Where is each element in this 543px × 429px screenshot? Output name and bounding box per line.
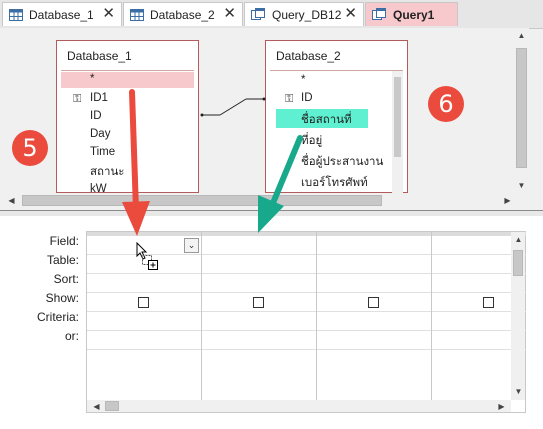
- scroll-down-arrow-icon[interactable]: ▼: [511, 384, 526, 399]
- criteria-cell[interactable]: [317, 312, 431, 331]
- scroll-down-arrow-icon[interactable]: ▼: [514, 178, 529, 193]
- key-icon: ⚿: [285, 93, 294, 105]
- field-id1[interactable]: ID1: [90, 92, 108, 104]
- tab-query-db12[interactable]: Query_DB12 ✕: [244, 2, 364, 26]
- scroll-left-arrow-icon[interactable]: ◀: [89, 399, 104, 414]
- query-icon: [251, 8, 265, 20]
- fieldlist-title: Database_2: [276, 49, 341, 63]
- table-cell[interactable]: [202, 255, 316, 274]
- field-star[interactable]: *: [90, 73, 94, 85]
- sort-cell[interactable]: [202, 274, 316, 293]
- row-label-sort: Sort:: [53, 272, 79, 286]
- tab-label: Query_DB12: [272, 7, 342, 22]
- upper-horizontal-scrollbar[interactable]: ◀ ▶: [0, 193, 529, 208]
- row-label-field: Field:: [49, 234, 79, 248]
- close-icon[interactable]: ✕: [102, 6, 115, 22]
- row-label-or: or:: [64, 329, 79, 343]
- chevron-down-icon[interactable]: ⌄: [184, 238, 199, 253]
- grid-horizontal-scrollbar[interactable]: ◀ ▶: [87, 400, 511, 412]
- key-icon: ⚿: [73, 93, 82, 105]
- row-label-show: Show:: [45, 291, 79, 305]
- tab-database-2[interactable]: Database_2 ✕: [123, 2, 243, 26]
- step-badge-5: 5: [12, 130, 48, 166]
- field-phone-number[interactable]: เบอร์โทรศัพท์: [301, 174, 368, 192]
- show-checkbox[interactable]: [368, 297, 379, 308]
- table-fieldlist-database-2[interactable]: Database_2 * ⚿ ID ชื่อสถานที่ ที่อยู่ ชื…: [265, 40, 408, 194]
- field-address[interactable]: ที่อยู่: [301, 132, 322, 150]
- document-tab-bar: Database_1 ✕ Database_2 ✕ Query_DB12 ✕ Q…: [0, 0, 543, 29]
- grid-column-2[interactable]: [202, 232, 317, 402]
- scrollbar-thumb[interactable]: [105, 401, 119, 411]
- table-icon: [9, 8, 23, 21]
- show-cell[interactable]: [87, 293, 201, 312]
- field-id[interactable]: ID: [90, 110, 102, 122]
- close-icon[interactable]: ✕: [223, 6, 236, 22]
- fieldlist-title: Database_1: [67, 49, 132, 63]
- scrollbar-thumb[interactable]: [513, 250, 523, 276]
- table-icon: [130, 8, 144, 21]
- close-icon[interactable]: ✕: [344, 6, 357, 22]
- query-icon: [372, 8, 386, 20]
- or-cell[interactable]: [317, 331, 431, 350]
- field-location-name[interactable]: ชื่อสถานที่: [301, 111, 352, 129]
- or-cell[interactable]: [202, 331, 316, 350]
- grid-vertical-scrollbar[interactable]: ▲ ▼: [511, 232, 525, 400]
- field-status[interactable]: สถานะ: [90, 163, 124, 181]
- fieldlist-divider: [270, 70, 403, 71]
- row-label-criteria: Criteria:: [36, 310, 79, 324]
- scrollbar-thumb[interactable]: [22, 195, 382, 206]
- scrollbar-thumb[interactable]: [516, 48, 527, 168]
- table-cell[interactable]: [317, 255, 431, 274]
- tab-database-1[interactable]: Database_1 ✕: [2, 2, 122, 26]
- show-checkbox[interactable]: [483, 297, 494, 308]
- fieldlist-scrollbar-thumb[interactable]: [394, 77, 401, 157]
- field-day[interactable]: Day: [90, 128, 110, 140]
- tab-label: Query1: [393, 7, 435, 22]
- sort-cell[interactable]: [317, 274, 431, 293]
- field-star[interactable]: *: [301, 74, 305, 86]
- field-cell[interactable]: [202, 236, 316, 255]
- field-coordinator-name[interactable]: ชื่อผู้ประสานงาน: [301, 153, 383, 171]
- relationship-join-line[interactable]: [198, 92, 268, 122]
- criteria-cell[interactable]: [87, 312, 201, 331]
- scroll-right-arrow-icon[interactable]: ▶: [494, 399, 509, 414]
- scroll-right-arrow-icon[interactable]: ▶: [500, 193, 515, 208]
- sort-cell[interactable]: [87, 274, 201, 293]
- grid-column-3[interactable]: [317, 232, 432, 402]
- row-label-table: Table:: [46, 253, 79, 267]
- scroll-up-arrow-icon[interactable]: ▲: [514, 28, 529, 43]
- or-cell[interactable]: [87, 331, 201, 350]
- criteria-cell[interactable]: [202, 312, 316, 331]
- scroll-up-arrow-icon[interactable]: ▲: [511, 232, 526, 247]
- fieldlist-scrollbar[interactable]: [392, 71, 403, 194]
- drag-cursor-icon: [136, 242, 158, 270]
- upper-vertical-scrollbar[interactable]: ▲ ▼: [514, 28, 529, 193]
- field-cell[interactable]: [317, 236, 431, 255]
- scroll-left-arrow-icon[interactable]: ◀: [4, 193, 19, 208]
- field-time[interactable]: Time: [90, 146, 115, 158]
- field-row-selected[interactable]: [61, 72, 194, 88]
- tab-label: Database_2: [150, 7, 215, 22]
- tab-label: Database_1: [29, 7, 94, 22]
- show-checkbox[interactable]: [253, 297, 264, 308]
- query-design-grid-pane: Field: Table: Sort: Show: Criteria: or: …: [0, 216, 543, 429]
- fieldlist-divider: [61, 70, 194, 71]
- field-id[interactable]: ID: [301, 92, 313, 104]
- tab-query1[interactable]: Query1: [365, 2, 458, 26]
- show-checkbox[interactable]: [138, 297, 149, 308]
- table-fieldlist-database-1[interactable]: Database_1 * ⚿ ID1 ID Day Time สถานะ kW: [56, 40, 199, 195]
- show-cell[interactable]: [317, 293, 431, 312]
- show-cell[interactable]: [202, 293, 316, 312]
- step-badge-6: 6: [428, 86, 464, 122]
